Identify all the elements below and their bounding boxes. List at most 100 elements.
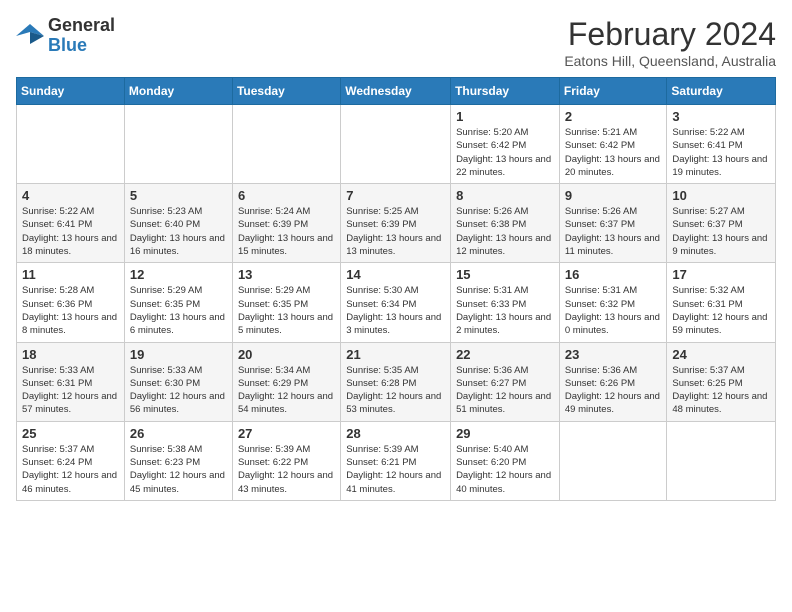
col-saturday: Saturday [667,78,776,105]
logo-blue-text: Blue [48,35,87,55]
day-number: 6 [238,188,335,203]
day-info: Sunrise: 5:24 AMSunset: 6:39 PMDaylight:… [238,205,335,258]
table-row: 10 Sunrise: 5:27 AMSunset: 6:37 PMDayligh… [667,184,776,263]
col-friday: Friday [559,78,667,105]
day-info: Sunrise: 5:25 AMSunset: 6:39 PMDaylight:… [346,205,445,258]
table-row [667,421,776,500]
table-row: 24 Sunrise: 5:37 AMSunset: 6:25 PMDayligh… [667,342,776,421]
day-number: 17 [672,267,770,282]
day-info: Sunrise: 5:34 AMSunset: 6:29 PMDaylight:… [238,364,335,417]
day-info: Sunrise: 5:20 AMSunset: 6:42 PMDaylight:… [456,126,554,179]
day-info: Sunrise: 5:37 AMSunset: 6:24 PMDaylight:… [22,443,119,496]
day-number: 3 [672,109,770,124]
day-number: 20 [238,347,335,362]
logo-bird-icon [16,22,44,50]
day-info: Sunrise: 5:26 AMSunset: 6:38 PMDaylight:… [456,205,554,258]
day-number: 5 [130,188,227,203]
week-row-0: 1 Sunrise: 5:20 AMSunset: 6:42 PMDaylight… [17,105,776,184]
day-info: Sunrise: 5:37 AMSunset: 6:25 PMDaylight:… [672,364,770,417]
day-info: Sunrise: 5:22 AMSunset: 6:41 PMDaylight:… [22,205,119,258]
table-row: 25 Sunrise: 5:37 AMSunset: 6:24 PMDayligh… [17,421,125,500]
table-row: 3 Sunrise: 5:22 AMSunset: 6:41 PMDaylight… [667,105,776,184]
table-row: 15 Sunrise: 5:31 AMSunset: 6:33 PMDayligh… [451,263,560,342]
table-row: 11 Sunrise: 5:28 AMSunset: 6:36 PMDayligh… [17,263,125,342]
day-info: Sunrise: 5:38 AMSunset: 6:23 PMDaylight:… [130,443,227,496]
day-info: Sunrise: 5:33 AMSunset: 6:30 PMDaylight:… [130,364,227,417]
day-info: Sunrise: 5:23 AMSunset: 6:40 PMDaylight:… [130,205,227,258]
day-number: 26 [130,426,227,441]
location-text: Eatons Hill, Queensland, Australia [564,53,776,69]
table-row: 2 Sunrise: 5:21 AMSunset: 6:42 PMDaylight… [559,105,667,184]
table-row: 7 Sunrise: 5:25 AMSunset: 6:39 PMDaylight… [341,184,451,263]
day-number: 12 [130,267,227,282]
week-row-4: 25 Sunrise: 5:37 AMSunset: 6:24 PMDayligh… [17,421,776,500]
table-row: 12 Sunrise: 5:29 AMSunset: 6:35 PMDayligh… [124,263,232,342]
day-number: 24 [672,347,770,362]
day-number: 23 [565,347,662,362]
day-info: Sunrise: 5:21 AMSunset: 6:42 PMDaylight:… [565,126,662,179]
table-row: 29 Sunrise: 5:40 AMSunset: 6:20 PMDayligh… [451,421,560,500]
day-info: Sunrise: 5:40 AMSunset: 6:20 PMDaylight:… [456,443,554,496]
table-row [559,421,667,500]
col-sunday: Sunday [17,78,125,105]
day-number: 9 [565,188,662,203]
table-row [17,105,125,184]
col-thursday: Thursday [451,78,560,105]
day-info: Sunrise: 5:32 AMSunset: 6:31 PMDaylight:… [672,284,770,337]
calendar-table: Sunday Monday Tuesday Wednesday Thursday… [16,77,776,501]
day-info: Sunrise: 5:29 AMSunset: 6:35 PMDaylight:… [238,284,335,337]
day-info: Sunrise: 5:26 AMSunset: 6:37 PMDaylight:… [565,205,662,258]
day-info: Sunrise: 5:39 AMSunset: 6:21 PMDaylight:… [346,443,445,496]
day-number: 1 [456,109,554,124]
day-number: 29 [456,426,554,441]
day-info: Sunrise: 5:30 AMSunset: 6:34 PMDaylight:… [346,284,445,337]
day-info: Sunrise: 5:28 AMSunset: 6:36 PMDaylight:… [22,284,119,337]
table-row [124,105,232,184]
month-title: February 2024 [564,16,776,53]
day-number: 14 [346,267,445,282]
week-row-2: 11 Sunrise: 5:28 AMSunset: 6:36 PMDayligh… [17,263,776,342]
day-number: 8 [456,188,554,203]
week-row-1: 4Sunrise: 5:22 AMSunset: 6:41 PMDaylight… [17,184,776,263]
table-row: 22 Sunrise: 5:36 AMSunset: 6:27 PMDayligh… [451,342,560,421]
table-row: 8 Sunrise: 5:26 AMSunset: 6:38 PMDaylight… [451,184,560,263]
day-number: 21 [346,347,445,362]
table-row: 28 Sunrise: 5:39 AMSunset: 6:21 PMDayligh… [341,421,451,500]
day-info: Sunrise: 5:36 AMSunset: 6:26 PMDaylight:… [565,364,662,417]
day-number: 7 [346,188,445,203]
day-number: 13 [238,267,335,282]
day-info: Sunrise: 5:31 AMSunset: 6:33 PMDaylight:… [456,284,554,337]
col-monday: Monday [124,78,232,105]
day-number: 28 [346,426,445,441]
day-number: 22 [456,347,554,362]
day-number: 18 [22,347,119,362]
day-info: Sunrise: 5:35 AMSunset: 6:28 PMDaylight:… [346,364,445,417]
table-row [341,105,451,184]
table-row: 27 Sunrise: 5:39 AMSunset: 6:22 PMDayligh… [232,421,340,500]
day-info: Sunrise: 5:22 AMSunset: 6:41 PMDaylight:… [672,126,770,179]
table-row: 26 Sunrise: 5:38 AMSunset: 6:23 PMDayligh… [124,421,232,500]
table-row: 1 Sunrise: 5:20 AMSunset: 6:42 PMDaylight… [451,105,560,184]
day-number: 27 [238,426,335,441]
day-info: Sunrise: 5:27 AMSunset: 6:37 PMDaylight:… [672,205,770,258]
week-row-3: 18Sunrise: 5:33 AMSunset: 6:31 PMDayligh… [17,342,776,421]
table-row: 18Sunrise: 5:33 AMSunset: 6:31 PMDayligh… [17,342,125,421]
logo-general-text: General [48,15,115,35]
day-number: 25 [22,426,119,441]
day-number: 10 [672,188,770,203]
logo: General Blue [16,16,115,56]
table-row: 4Sunrise: 5:22 AMSunset: 6:41 PMDaylight… [17,184,125,263]
day-number: 15 [456,267,554,282]
day-info: Sunrise: 5:39 AMSunset: 6:22 PMDaylight:… [238,443,335,496]
table-row: 16Sunrise: 5:31 AMSunset: 6:32 PMDayligh… [559,263,667,342]
day-info: Sunrise: 5:36 AMSunset: 6:27 PMDaylight:… [456,364,554,417]
table-row: 9 Sunrise: 5:26 AMSunset: 6:37 PMDaylight… [559,184,667,263]
page-header: General Blue February 2024 Eatons Hill, … [16,16,776,69]
day-info: Sunrise: 5:29 AMSunset: 6:35 PMDaylight:… [130,284,227,337]
day-number: 16 [565,267,662,282]
day-number: 2 [565,109,662,124]
day-number: 11 [22,267,119,282]
table-row: 23 Sunrise: 5:36 AMSunset: 6:26 PMDayligh… [559,342,667,421]
calendar-header-row: Sunday Monday Tuesday Wednesday Thursday… [17,78,776,105]
col-tuesday: Tuesday [232,78,340,105]
